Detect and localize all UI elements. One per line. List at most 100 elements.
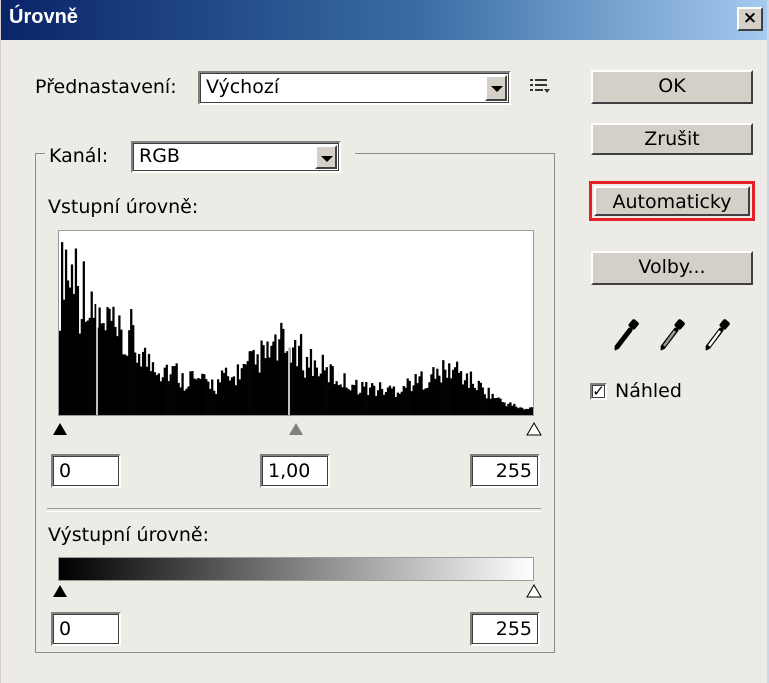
histogram-bar — [303, 377, 307, 415]
histogram-bar — [382, 394, 386, 415]
input-gamma-slider[interactable] — [288, 422, 304, 436]
output-white-slider[interactable] — [526, 584, 542, 598]
histogram-bar — [193, 378, 196, 415]
histogram-bar — [60, 242, 64, 415]
histogram-bar — [440, 382, 443, 415]
histogram-bar — [220, 370, 224, 415]
histogram-bar — [511, 405, 514, 415]
histogram-bar — [201, 373, 204, 415]
gray-eyedropper-icon[interactable] — [658, 318, 688, 352]
histogram-bar — [165, 364, 168, 415]
histogram-bar — [339, 384, 342, 415]
output-black-slider[interactable] — [52, 584, 68, 598]
input-white-field[interactable]: 255 — [470, 454, 540, 488]
histogram-bar — [62, 299, 66, 415]
histogram-bar — [179, 387, 182, 415]
histogram-bar — [430, 374, 433, 415]
histogram-bar — [183, 390, 186, 415]
preview-checkbox[interactable]: ✓ — [590, 383, 607, 400]
histogram-bar — [325, 367, 328, 415]
histogram-bar — [309, 349, 313, 415]
histogram-bar — [459, 371, 463, 415]
white-eyedropper-icon[interactable] — [703, 318, 733, 352]
histogram-bar — [108, 308, 111, 415]
ok-button[interactable]: OK — [591, 70, 753, 104]
input-white-slider[interactable] — [526, 422, 542, 436]
histogram-bar — [126, 355, 129, 415]
histogram-bar — [195, 379, 198, 415]
input-black-slider[interactable] — [52, 422, 68, 436]
histogram-bar — [246, 361, 249, 415]
input-levels-label: Vstupní úrovně: — [48, 196, 199, 218]
histogram-bar — [450, 378, 453, 415]
histogram-bar — [171, 366, 174, 415]
histogram-bar — [286, 351, 289, 415]
histogram-bar — [424, 388, 427, 415]
auto-button[interactable]: Automaticky — [589, 181, 755, 221]
preset-select[interactable]: Výchozí — [198, 71, 511, 105]
histogram-bar — [394, 396, 398, 415]
histogram-bar — [167, 381, 170, 415]
chevron-down-icon[interactable] — [485, 75, 507, 101]
histogram-bar — [483, 394, 486, 415]
histogram-bar — [519, 407, 522, 415]
histogram-bar — [402, 385, 405, 415]
histogram-bar — [106, 307, 109, 415]
histogram-bar — [473, 387, 477, 415]
preview-label: Náhled — [615, 380, 682, 402]
preset-menu-icon[interactable] — [529, 77, 551, 95]
histogram-bar — [59, 330, 62, 415]
histogram-bar — [523, 409, 526, 415]
histogram-bar — [371, 383, 374, 415]
histogram-bar — [153, 372, 157, 415]
histogram-bar — [467, 387, 471, 415]
histogram-bar — [487, 387, 490, 415]
histogram-bar — [345, 387, 348, 415]
histogram-bar — [76, 286, 80, 415]
histogram-bar — [378, 382, 382, 415]
output-black-field[interactable]: 0 — [51, 612, 121, 646]
histogram-bar — [248, 351, 251, 415]
histogram-bar — [463, 380, 467, 415]
histogram-bar — [495, 397, 498, 415]
histogram-bar — [224, 367, 228, 415]
histogram-bar — [457, 372, 461, 415]
histogram-bar — [296, 366, 299, 415]
histogram-bar — [177, 382, 180, 415]
cancel-button[interactable]: Zrušit — [591, 123, 753, 155]
options-button[interactable]: Volby... — [591, 251, 753, 285]
histogram-bar — [163, 367, 166, 415]
histogram-bar — [384, 392, 388, 415]
histogram-bar — [252, 349, 255, 415]
close-button[interactable]: × — [737, 7, 763, 31]
histogram-bar — [432, 367, 435, 415]
histogram-bar — [398, 393, 401, 415]
input-black-field[interactable]: 0 — [51, 454, 121, 488]
histogram-bar — [98, 307, 101, 415]
histogram-bar — [442, 360, 445, 415]
output-white-field[interactable]: 255 — [470, 612, 540, 646]
input-gamma-field[interactable]: 1,00 — [260, 454, 330, 488]
histogram-bar — [329, 364, 332, 415]
chevron-down-icon[interactable] — [315, 145, 337, 169]
histogram-bar — [359, 392, 362, 415]
histogram-bar — [294, 340, 297, 415]
preset-value: Výchozí — [206, 76, 280, 98]
histogram-bar — [386, 387, 390, 415]
histogram-bar — [317, 376, 320, 415]
histogram-bar — [116, 336, 119, 415]
histogram-bar — [197, 378, 200, 415]
histogram-bar — [388, 385, 392, 415]
black-eyedropper-icon[interactable] — [612, 318, 642, 352]
histogram-bar — [70, 264, 74, 415]
histogram-bar — [136, 362, 139, 415]
histogram-bar — [147, 353, 151, 415]
histogram-bar — [426, 387, 429, 415]
histogram-bar — [531, 407, 533, 415]
histogram-bar — [274, 334, 277, 415]
histogram-bar — [307, 367, 311, 415]
channel-select[interactable]: RGB — [131, 141, 341, 173]
histogram-bar — [124, 354, 127, 415]
histogram-bar — [161, 377, 164, 415]
histogram-bar — [331, 366, 334, 415]
